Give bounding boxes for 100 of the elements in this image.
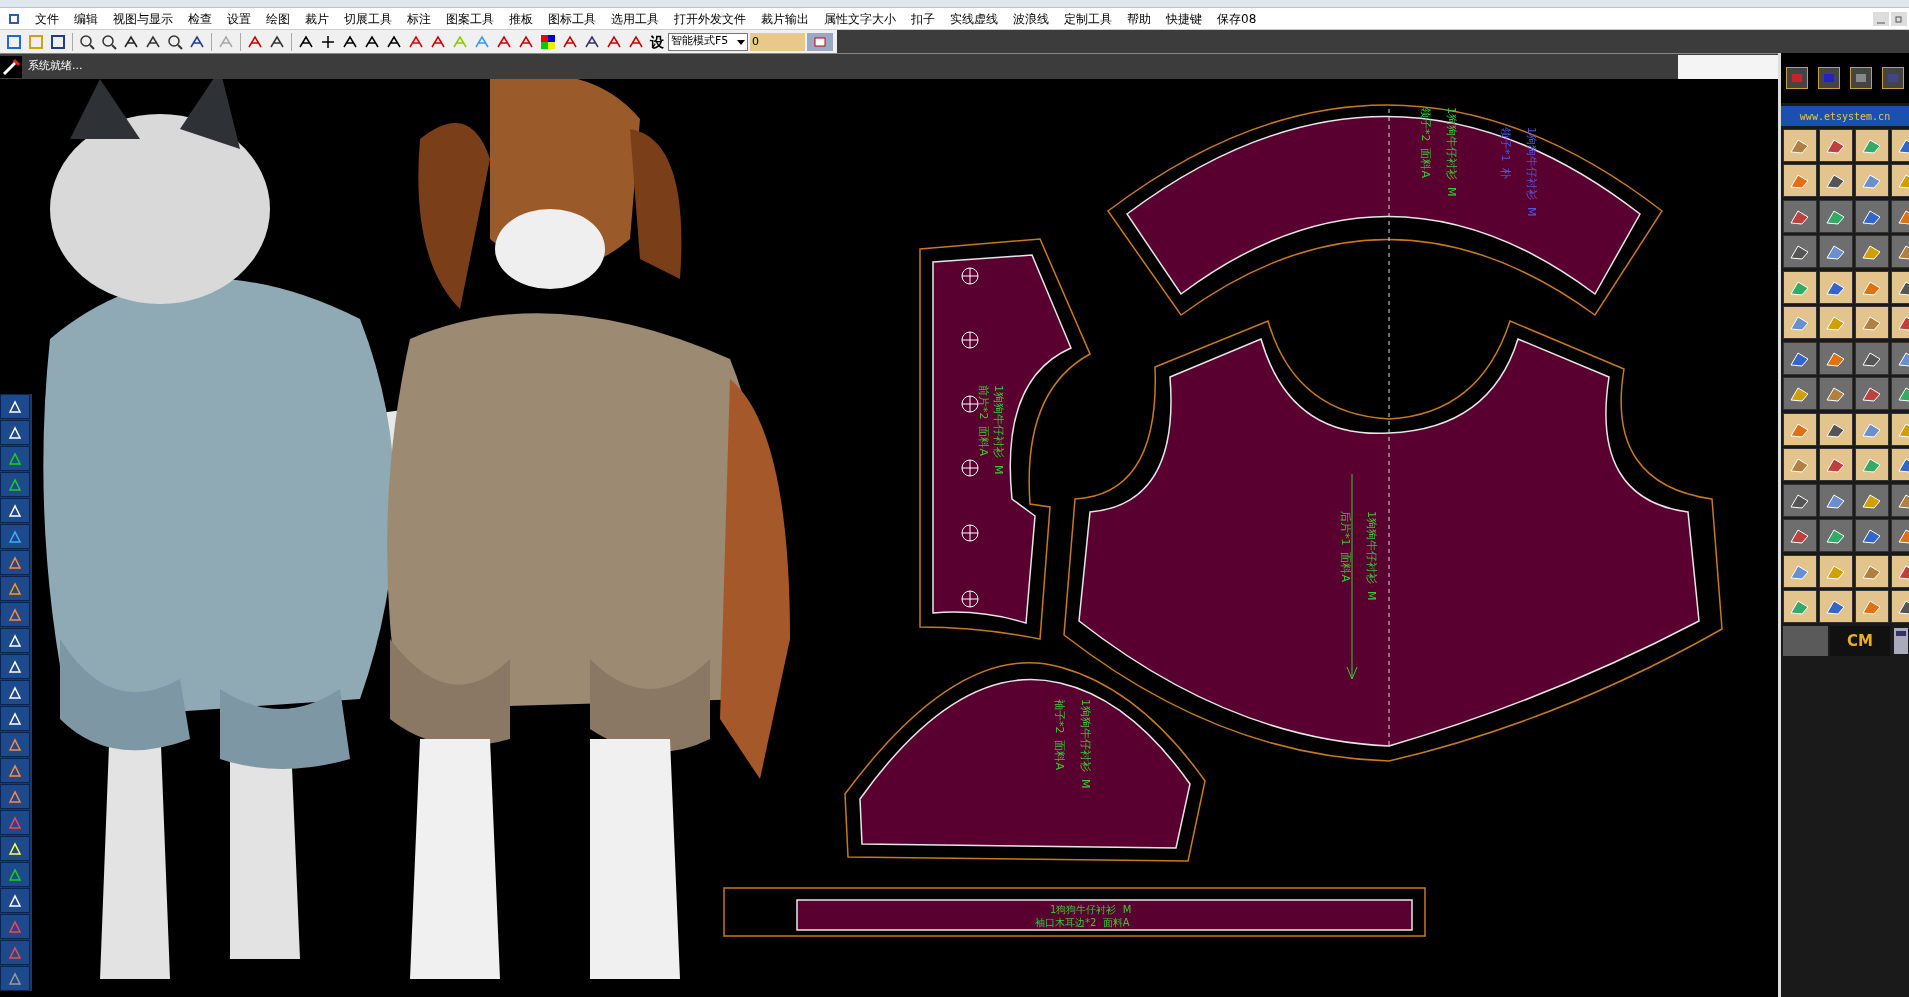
tool-button[interactable] <box>0 576 30 601</box>
menu-item[interactable]: 选用工具 <box>611 9 659 28</box>
tool-button[interactable] <box>1819 413 1853 446</box>
tool-button[interactable] <box>1819 448 1853 481</box>
tool-button[interactable] <box>1783 484 1817 517</box>
tool-button[interactable] <box>1819 164 1853 197</box>
toggle-button[interactable] <box>807 32 833 51</box>
menu-item[interactable]: 裁片 <box>305 9 329 28</box>
minimize-button[interactable] <box>1873 11 1889 26</box>
tool-button[interactable] <box>1819 377 1853 410</box>
menu-item[interactable]: 扣子 <box>911 9 935 28</box>
tool-button[interactable] <box>1783 377 1817 410</box>
tool-button[interactable] <box>1855 164 1889 197</box>
menu-item[interactable]: 属性文字大小 <box>824 9 896 28</box>
minimize-icon <box>1877 21 1885 24</box>
settings-button[interactable]: 设 <box>648 31 666 52</box>
tool-button[interactable] <box>0 680 30 705</box>
menu-item[interactable]: 打开外发文件 <box>674 9 746 28</box>
tool-button[interactable] <box>1819 484 1853 517</box>
menu-item[interactable]: 定制工具 <box>1064 9 1112 28</box>
menu-item[interactable]: 裁片输出 <box>761 9 809 28</box>
tool-button[interactable] <box>1783 342 1817 375</box>
menu-item[interactable]: 检查 <box>188 9 212 28</box>
tool-icon <box>386 33 402 50</box>
panel-button[interactable] <box>1786 67 1808 89</box>
tool-button[interactable] <box>1783 164 1817 197</box>
menu-item[interactable]: 编辑 <box>74 9 98 28</box>
menu-item[interactable]: 帮助 <box>1127 9 1151 28</box>
tool-button[interactable] <box>0 472 30 497</box>
tool-button[interactable] <box>1819 519 1853 552</box>
menu-item[interactable]: 快捷键 <box>1166 9 1202 28</box>
tool-button[interactable] <box>0 732 30 757</box>
tool-button[interactable] <box>1855 271 1889 304</box>
tool-button[interactable] <box>1819 590 1853 623</box>
tool-button[interactable] <box>1783 235 1817 268</box>
tool-button[interactable] <box>1855 555 1889 588</box>
tool-button[interactable] <box>0 888 30 913</box>
tool-button[interactable] <box>1855 342 1889 375</box>
value-field[interactable]: 0 <box>750 32 805 51</box>
tool-button[interactable] <box>1855 413 1889 446</box>
tool-button[interactable] <box>1783 413 1817 446</box>
tool-button[interactable] <box>0 524 30 549</box>
tool-button[interactable] <box>1783 448 1817 481</box>
tool-button[interactable] <box>0 784 30 809</box>
tool-button[interactable] <box>0 550 30 575</box>
panel-button[interactable] <box>1818 67 1840 89</box>
tool-button[interactable] <box>0 836 30 861</box>
tool-button[interactable] <box>1855 484 1889 517</box>
tool-button[interactable] <box>1783 555 1817 588</box>
menu-item[interactable]: 保存08 <box>1217 9 1257 28</box>
tool-button[interactable] <box>0 628 30 653</box>
pattern-piece[interactable] <box>932 254 1072 624</box>
tool-button[interactable] <box>1819 235 1853 268</box>
tool-button[interactable] <box>1783 129 1817 162</box>
tool-button[interactable] <box>0 862 30 887</box>
tool-button[interactable] <box>0 602 30 627</box>
tool-button[interactable] <box>1819 271 1853 304</box>
mode-dropdown[interactable]: 智能模式F5 <box>668 32 748 51</box>
tool-button[interactable] <box>1819 129 1853 162</box>
tool-button[interactable] <box>1855 377 1889 410</box>
menu-item[interactable]: 标注 <box>407 9 431 28</box>
tool-button[interactable] <box>1819 200 1853 233</box>
menu-item[interactable]: 波浪线 <box>1013 9 1049 28</box>
tool-button[interactable] <box>0 446 30 471</box>
menu-item[interactable]: 绘图 <box>266 9 290 28</box>
menu-item[interactable]: 设置 <box>227 9 251 28</box>
pattern-piece[interactable] <box>796 899 1413 931</box>
tool-button[interactable] <box>1783 519 1817 552</box>
pattern-piece[interactable] <box>859 678 1191 849</box>
menu-item[interactable]: 图标工具 <box>548 9 596 28</box>
tool-button[interactable] <box>1783 590 1817 623</box>
tool-button[interactable] <box>0 758 30 783</box>
tool-button[interactable] <box>1819 555 1853 588</box>
tool-button[interactable] <box>1855 590 1889 623</box>
tool-button[interactable] <box>1783 200 1817 233</box>
tool-button[interactable] <box>0 498 30 523</box>
menu-item[interactable]: 实线虚线 <box>950 9 998 28</box>
tool-button[interactable] <box>1855 129 1889 162</box>
tool-button[interactable] <box>1855 306 1889 339</box>
tool-button[interactable] <box>1855 448 1889 481</box>
menu-item[interactable]: 推板 <box>509 9 533 28</box>
tool-button[interactable] <box>1783 306 1817 339</box>
tool-button[interactable] <box>0 394 30 419</box>
menu-item[interactable]: 视图与显示 <box>113 9 173 28</box>
tool-button[interactable] <box>1855 519 1889 552</box>
menu-item[interactable]: 切展工具 <box>344 9 392 28</box>
tool-button[interactable] <box>0 420 30 445</box>
panel-button[interactable] <box>1850 67 1872 89</box>
panel-button[interactable] <box>1882 67 1904 89</box>
tool-button[interactable] <box>0 706 30 731</box>
menu-item[interactable]: 文件 <box>35 9 59 28</box>
tool-button[interactable] <box>1819 342 1853 375</box>
tool-button[interactable] <box>1783 271 1817 304</box>
restore-button[interactable] <box>1891 11 1907 26</box>
tool-button[interactable] <box>0 654 30 679</box>
tool-button[interactable] <box>1855 200 1889 233</box>
tool-button[interactable] <box>1819 306 1853 339</box>
menu-item[interactable]: 图案工具 <box>446 9 494 28</box>
drawing-canvas[interactable]: 1狗狗牛仔衬衫 M 领子*2 面料A 1狗狗牛仔衬衫 M 领子*1 朴 1狗狗牛仔衬衫 M 前片*2 面料A 1狗狗牛仔衬衫 M 后片*1 面料A 1狗狗牛仔衬衫 M 袖子*2 面料A 1狗狗牛仔衬衫 M 袖口木耳边*2 面料A <box>0 79 1778 997</box>
tool-button[interactable] <box>1855 235 1889 268</box>
